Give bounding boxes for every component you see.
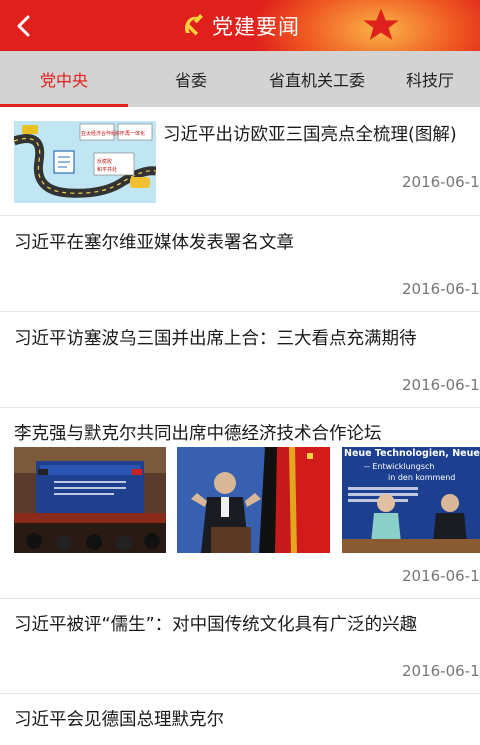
- news-item[interactable]: 习近平被评“儒生”：对中国传统文化具有广泛的兴趣 2016-06-1: [0, 599, 480, 694]
- forum-stage-photo: [14, 447, 166, 553]
- tab-science-tech[interactable]: 科技厅: [380, 51, 480, 107]
- news-item[interactable]: 习近平访塞波乌三国并出席上合：三大看点充满期待 2016-06-1: [0, 312, 480, 408]
- infographic-thumbnail-image: 亚太经济合作组织 不再一体化 反腐败 和平共处: [14, 121, 156, 203]
- news-item[interactable]: 亚太经济合作组织 不再一体化 反腐败 和平共处 习近平出访欧亚三国亮点全梳理(图…: [0, 107, 480, 216]
- news-title: 习近平访塞波乌三国并出席上合：三大看点充满期待: [14, 329, 417, 349]
- thumb-text: 和平共处: [97, 166, 117, 173]
- thumb-text: 不再一体化: [120, 130, 145, 137]
- tab-party-central[interactable]: 党中央: [0, 51, 128, 107]
- thumb-text: 亚太经济合作组织: [81, 130, 121, 137]
- thumb-text: 反腐败: [97, 158, 112, 165]
- chevron-left-icon: [17, 15, 30, 37]
- photo-banner-text: Neue Technologien, Neue Wi: [344, 448, 480, 459]
- tab-label: 省委: [174, 71, 207, 90]
- news-date: 2016-06-1: [402, 376, 480, 394]
- news-date: 2016-06-1: [402, 173, 480, 191]
- news-thumbnail: 亚太经济合作组织 不再一体化 反腐败 和平共处: [14, 121, 156, 203]
- news-item[interactable]: 习近平在塞尔维亚媒体发表署名文章 2016-06-1: [0, 216, 480, 312]
- news-date: 2016-06-1: [402, 280, 480, 298]
- news-title: 李克强与默克尔共同出席中德经济技术合作论坛: [14, 424, 382, 444]
- news-title: 习近平出访欧亚三国亮点全梳理(图解): [163, 125, 457, 145]
- news-title: 习近平在塞尔维亚媒体发表署名文章: [14, 233, 294, 253]
- news-photo: [177, 447, 330, 553]
- news-item[interactable]: 习近平会见德国总理默克尔: [0, 694, 480, 745]
- hammer-sickle-icon: [185, 13, 203, 35]
- tab-label: 省直机关工委: [268, 71, 365, 90]
- news-photo: Neue Technologien, Neue Wi -- Entwicklun…: [342, 447, 480, 553]
- photo-banner-text: in den kommend: [388, 473, 455, 482]
- news-date: 2016-06-1: [402, 567, 480, 585]
- back-button[interactable]: [4, 6, 44, 46]
- news-title: 习近平会见德国总理默克尔: [14, 710, 224, 730]
- news-title: 习近平被评“儒生”：对中国传统文化具有广泛的兴趣: [14, 615, 418, 635]
- tab-label: 党中央: [39, 71, 88, 90]
- speaker-podium-photo: [177, 447, 330, 553]
- photo-banner-text: -- Entwicklungsch: [364, 462, 434, 471]
- tab-provincial-committee[interactable]: 省委: [128, 51, 254, 107]
- news-item[interactable]: 李克强与默克尔共同出席中德经济技术合作论坛 Neue Technologien,…: [0, 408, 480, 599]
- news-date: 2016-06-1: [402, 662, 480, 680]
- merkel-forum-photo: Neue Technologien, Neue Wi -- Entwicklun…: [342, 447, 480, 553]
- news-photo: [14, 447, 166, 553]
- star-icon: [360, 5, 402, 42]
- tab-label: 科技厅: [405, 71, 454, 90]
- header-bar: 党建要闻: [0, 0, 480, 51]
- category-tabs: 党中央 省委 省直机关工委 科技厅: [0, 51, 480, 107]
- news-list: 亚太经济合作组织 不再一体化 反腐败 和平共处 习近平出访欧亚三国亮点全梳理(图…: [0, 107, 480, 745]
- tab-provincial-organs[interactable]: 省直机关工委: [254, 51, 380, 107]
